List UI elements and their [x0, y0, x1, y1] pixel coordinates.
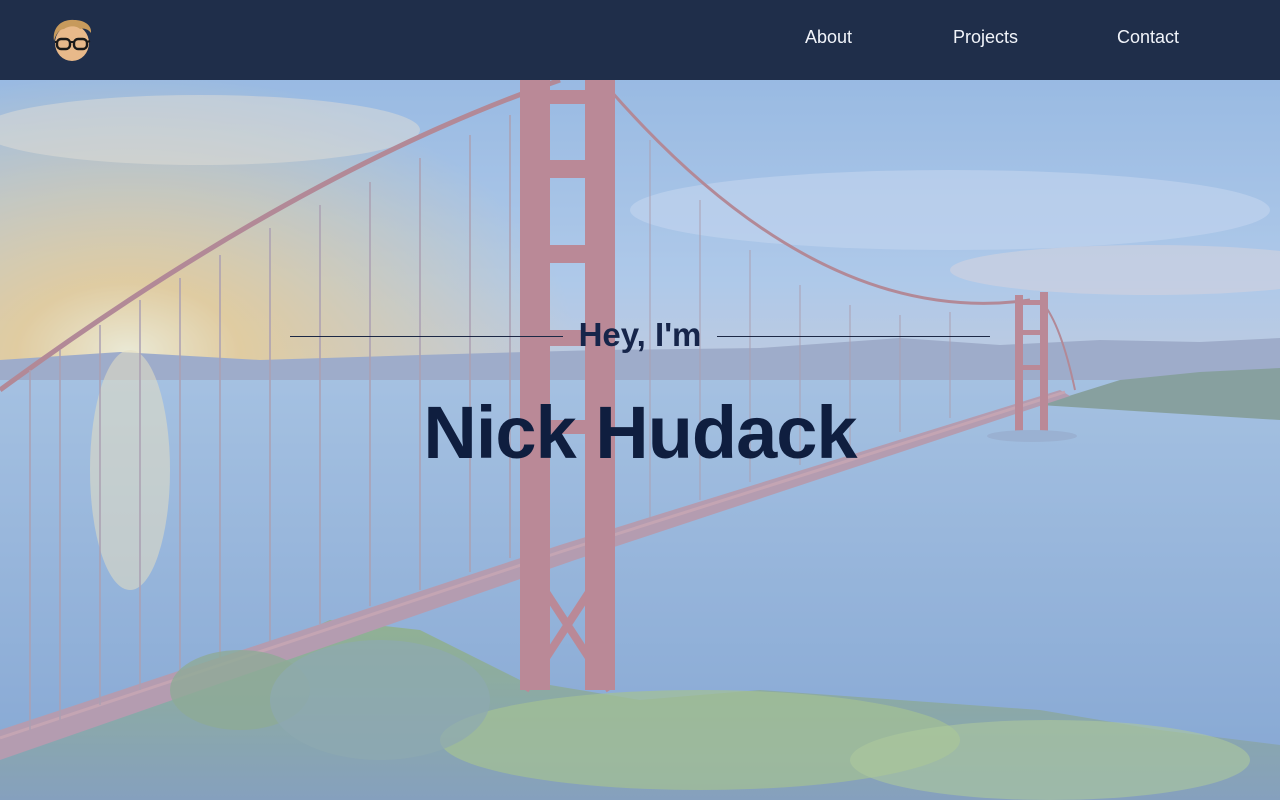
- hero-name: Nick Hudack: [423, 391, 857, 474]
- nav-link-about[interactable]: About: [805, 25, 852, 49]
- nav-link-projects[interactable]: Projects: [953, 25, 1018, 49]
- greeting-row: Hey, I'm: [290, 312, 990, 360]
- hero-greeting-text: Hey, I'm: [578, 316, 702, 353]
- page: About Projects Contact Hey, I'm Nick Hud…: [0, 0, 1280, 800]
- logo-avatar-icon[interactable]: [50, 17, 94, 63]
- hero-greeting: Hey, I'm: [290, 315, 990, 355]
- hero-section: Hey, I'm Nick Hudack: [0, 0, 1280, 800]
- navbar: About Projects Contact: [0, 0, 1280, 80]
- nav-link-contact[interactable]: Contact: [1117, 25, 1179, 49]
- greeting-divider-right: [717, 336, 990, 337]
